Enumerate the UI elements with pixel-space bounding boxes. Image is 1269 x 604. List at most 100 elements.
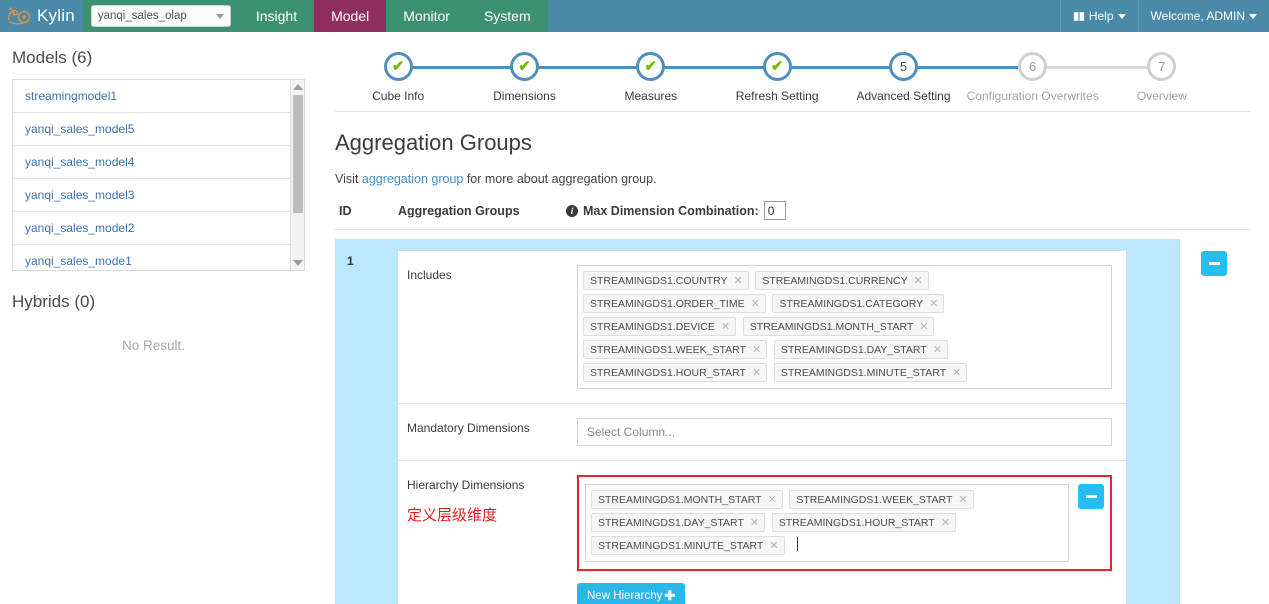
aggregation-group-panel: 1 Includes STREAMINGDS1.COUNTRY ✕ STREAMI… (335, 239, 1227, 604)
model-list-item[interactable]: yanqi_sales_model3 (13, 179, 290, 212)
step-overview[interactable]: 7 Overview (1099, 52, 1225, 103)
help-menu[interactable]: Help (1059, 0, 1138, 32)
page-body: Models (6) streamingmodel1 yanqi_sales_m… (0, 32, 1269, 604)
minus-icon (1208, 262, 1220, 265)
includes-row: Includes STREAMINGDS1.COUNTRY ✕ STREAMING… (398, 251, 1126, 404)
model-list-item[interactable]: yanqi_sales_model5 (13, 113, 290, 146)
hierarchy-annotation-note: 定义层级维度 (407, 506, 498, 524)
new-hierarchy-button[interactable]: New Hierarchy ✚ (577, 583, 686, 604)
tag-item[interactable]: STREAMINGDS1.MINUTE_START ✕ (591, 536, 785, 555)
close-x-icon[interactable]: ✕ (958, 493, 967, 506)
tag-item[interactable]: STREAMINGDS1.MONTH_START ✕ (591, 490, 783, 509)
column-header-id: ID (339, 203, 352, 218)
tag-item[interactable]: STREAMINGDS1.WEEK_START ✕ (789, 490, 974, 509)
models-list: streamingmodel1 yanqi_sales_model5 yanqi… (13, 80, 290, 270)
close-x-icon[interactable]: ✕ (721, 320, 730, 333)
model-list-item[interactable]: streamingmodel1 (13, 80, 290, 113)
remove-hierarchy-button[interactable] (1078, 484, 1104, 509)
step-circle[interactable]: ✔ (383, 52, 413, 81)
user-menu[interactable]: Welcome, ADMIN (1137, 0, 1269, 32)
close-x-icon[interactable]: ✕ (914, 274, 923, 287)
close-x-icon[interactable]: ✕ (769, 539, 778, 552)
tag-item[interactable]: STREAMINGDS1.COUNTRY ✕ (583, 271, 749, 290)
tag-item[interactable]: STREAMINGDS1.DAY_START ✕ (773, 340, 948, 359)
hierarchy-tagbox[interactable]: STREAMINGDS1.MONTH_START ✕ STREAMINGDS1.W… (585, 484, 1069, 562)
step-circle[interactable]: ✔ (509, 52, 539, 81)
aggregation-groups-header: ID Aggregation Groups i Max Dimension Co… (335, 201, 1251, 230)
step-circle[interactable]: ✔ (636, 52, 666, 81)
includes-tagbox[interactable]: STREAMINGDS1.COUNTRY ✕ STREAMINGDS1.CURRE… (577, 265, 1112, 389)
help-caret-down-icon (1117, 13, 1126, 19)
close-x-icon[interactable]: ✕ (933, 343, 942, 356)
tag-item[interactable]: STREAMINGDS1.HOUR_START ✕ (583, 363, 768, 382)
scroll-down-arrow-icon[interactable] (292, 260, 303, 266)
nav-item-system[interactable]: System (466, 0, 548, 32)
close-x-icon[interactable]: ✕ (734, 274, 743, 287)
close-x-icon[interactable]: ✕ (750, 516, 759, 529)
step-number: 6 (1029, 59, 1037, 74)
brand[interactable]: Kylin (0, 0, 83, 32)
step-configuration-overwrites[interactable]: 6 Configuration Overwrites (967, 52, 1099, 103)
tag-label: STREAMINGDS1.MONTH_START (598, 493, 762, 506)
tag-item[interactable]: STREAMINGDS1.HOUR_START ✕ (771, 513, 956, 532)
tag-item[interactable]: STREAMINGDS1.CURRENCY ✕ (755, 271, 929, 290)
close-x-icon[interactable]: ✕ (751, 297, 760, 310)
user-label: Welcome, ADMIN (1150, 9, 1245, 23)
step-circle[interactable]: 7 (1147, 52, 1177, 81)
page-title: Aggregation Groups (335, 130, 532, 155)
tag-item[interactable]: STREAMINGDS1.MINUTE_START ✕ (773, 363, 968, 382)
tag-label: STREAMINGDS1.HOUR_START (590, 366, 746, 379)
close-x-icon[interactable]: ✕ (941, 516, 950, 529)
project-select[interactable]: yanqi_sales_olap (90, 5, 231, 27)
model-list-item[interactable]: yanqi_sales_mode1 (13, 245, 290, 270)
scrollbar-thumb[interactable] (292, 95, 303, 213)
step-measures[interactable]: ✔ Measures (588, 52, 714, 103)
nav-item-model[interactable]: Model (314, 0, 387, 32)
step-circle[interactable]: 5 (888, 52, 918, 81)
step-cube-info[interactable]: ✔ Cube Info (335, 52, 461, 103)
tag-item[interactable]: STREAMINGDS1.ORDER_TIME ✕ (583, 294, 766, 313)
project-selector-container: yanqi_sales_olap (82, 0, 239, 32)
tag-label: STREAMINGDS1.MINUTE_START (780, 366, 947, 379)
max-dimension-combination-input[interactable] (763, 201, 786, 220)
nav-item-insight[interactable]: Insight (238, 0, 315, 32)
step-circle[interactable]: 6 (1018, 52, 1048, 81)
model-list-item[interactable]: yanqi_sales_model2 (13, 212, 290, 245)
scrollbar-track[interactable] (291, 94, 304, 256)
aggregation-group-link[interactable]: aggregation group (362, 172, 463, 186)
close-x-icon[interactable]: ✕ (752, 366, 761, 379)
step-connector (398, 66, 525, 69)
tag-item[interactable]: STREAMINGDS1.WEEK_START ✕ (583, 340, 768, 359)
models-scrollbar[interactable] (290, 80, 304, 270)
nav-item-monitor[interactable]: Monitor (386, 0, 467, 32)
scroll-up-arrow-icon[interactable] (292, 84, 303, 90)
tag-item[interactable]: STREAMINGDS1.DEVICE ✕ (583, 317, 737, 336)
step-refresh-setting[interactable]: ✔ Refresh Setting (714, 52, 840, 103)
tag-item[interactable]: STREAMINGDS1.MONTH_START ✕ (742, 317, 935, 336)
mandatory-dimensions-row: Mandatory Dimensions Select Column... (398, 404, 1126, 461)
main-nav: Insight Model Monitor System (238, 0, 548, 32)
tag-item[interactable]: STREAMINGDS1.DAY_START ✕ (591, 513, 766, 532)
top-navbar: Kylin yanqi_sales_olap Insight Model Mon… (0, 0, 1269, 32)
info-icon[interactable]: i (566, 204, 578, 217)
max-dimension-combination: i Max Dimension Combination: (566, 201, 786, 220)
tag-item[interactable]: STREAMINGDS1.CATEGORY ✕ (772, 294, 945, 313)
close-x-icon[interactable]: ✕ (752, 343, 761, 356)
mandatory-dimensions-select[interactable]: Select Column... (577, 418, 1112, 446)
close-x-icon[interactable]: ✕ (768, 493, 777, 506)
minus-icon (1085, 495, 1097, 498)
plus-icon: ✚ (664, 588, 676, 603)
remove-aggregation-group-button[interactable] (1201, 251, 1227, 276)
help-text: Visit aggregation group for more about a… (335, 172, 1251, 186)
close-x-icon[interactable]: ✕ (952, 366, 961, 379)
nav-spacer (547, 0, 1060, 32)
step-dimensions[interactable]: ✔ Dimensions (461, 52, 587, 103)
step-circle[interactable]: ✔ (762, 52, 792, 81)
text-cursor (797, 537, 799, 552)
tag-label: STREAMINGDS1.DAY_START (598, 516, 744, 529)
close-x-icon[interactable]: ✕ (929, 297, 938, 310)
model-list-item[interactable]: yanqi_sales_model4 (13, 146, 290, 179)
step-advanced-setting[interactable]: 5 Advanced Setting (840, 52, 966, 103)
hierarchy-dimensions-label-wrap: Hierarchy Dimensions 定义层级维度 (407, 475, 577, 604)
close-x-icon[interactable]: ✕ (919, 320, 928, 333)
